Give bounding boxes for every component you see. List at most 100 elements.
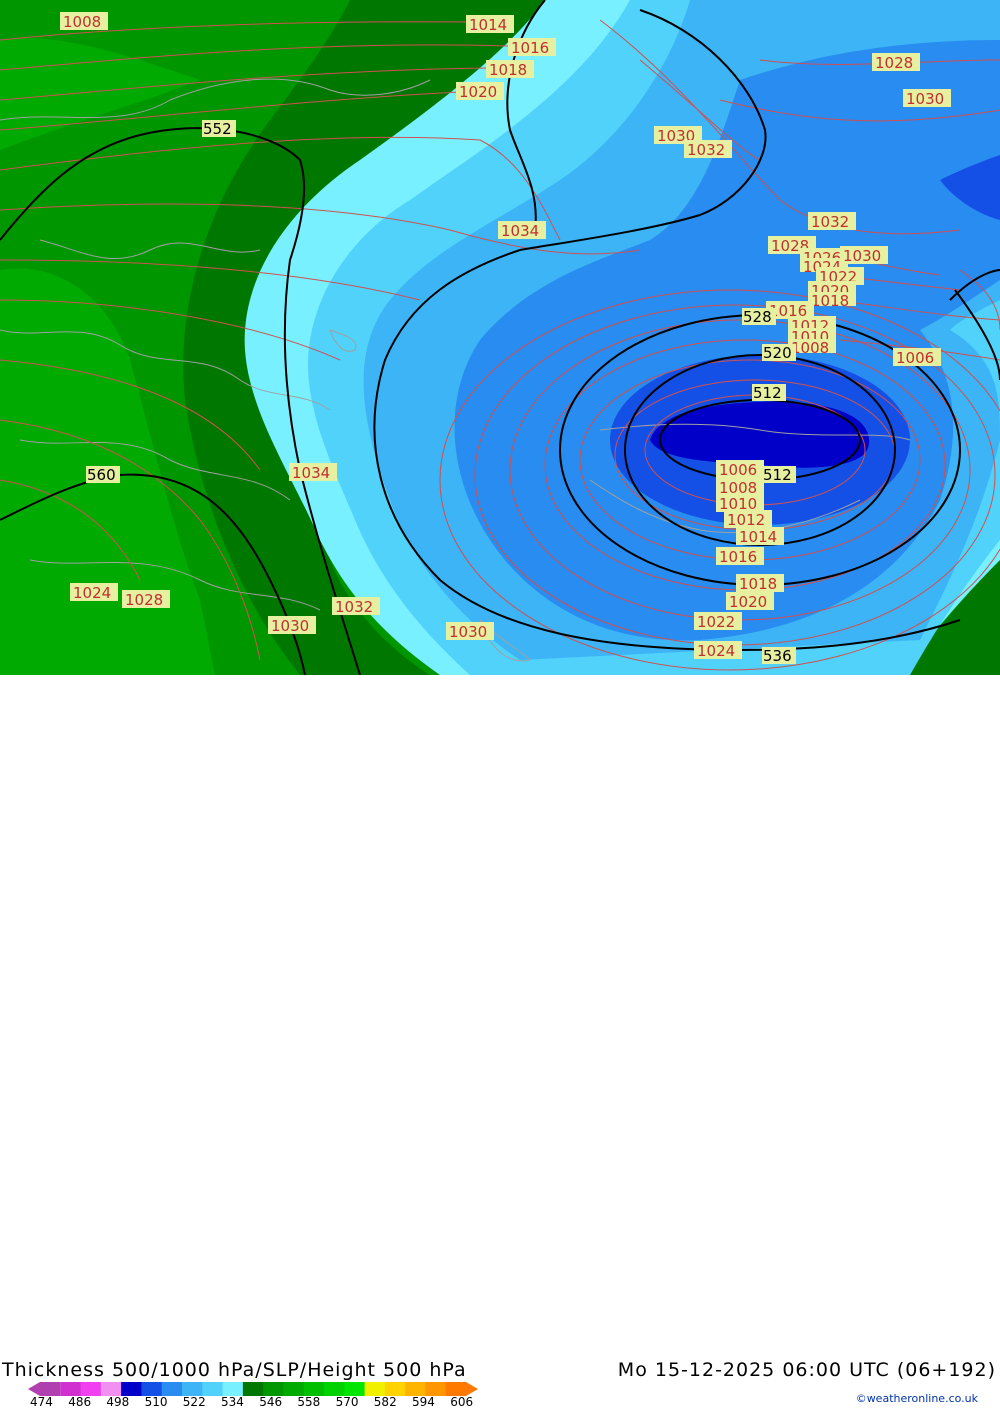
height-label: 512 (762, 466, 796, 484)
svg-text:552: 552 (203, 120, 232, 138)
legend-swatch (263, 1382, 284, 1396)
svg-text:1030: 1030 (843, 247, 881, 265)
slp-label: 1034 (289, 463, 337, 482)
legend-tick-label: 498 (106, 1395, 130, 1409)
legend-tick-label: 606 (450, 1395, 474, 1409)
legend-swatch (242, 1382, 264, 1396)
legend-swatch (141, 1382, 163, 1396)
svg-text:536: 536 (763, 647, 792, 665)
svg-text:1032: 1032 (335, 598, 373, 616)
height-label: 520 (762, 344, 796, 362)
slp-label: 1012 (724, 510, 772, 529)
legend-swatch (384, 1382, 406, 1396)
slp-label: 1022 (694, 612, 742, 631)
legend-tick-label: 522 (182, 1395, 206, 1409)
slp-label: 1018 (808, 292, 856, 310)
height-label: 552 (202, 120, 236, 138)
slp-label: 1016 (508, 38, 556, 57)
svg-text:1034: 1034 (292, 464, 330, 482)
height-label: 536 (762, 647, 796, 665)
svg-text:1024: 1024 (73, 584, 111, 602)
height-label: 512 (752, 384, 786, 402)
map-footer: Thickness 500/1000 hPa/SLP/Height 500 hP… (0, 675, 1000, 1409)
slp-label: 1006 (893, 348, 941, 367)
legend-tick-label: 474 (30, 1395, 53, 1409)
svg-text:512: 512 (763, 466, 792, 484)
svg-text:1014: 1014 (739, 528, 777, 546)
legend-swatch (364, 1382, 386, 1396)
svg-text:1018: 1018 (739, 575, 777, 593)
slp-label: 1032 (332, 597, 380, 616)
svg-text:512: 512 (753, 384, 782, 402)
svg-text:1030: 1030 (449, 623, 487, 641)
svg-text:1022: 1022 (697, 613, 735, 631)
slp-label: 1028 (872, 53, 920, 72)
slp-label: 1014 (466, 15, 514, 34)
legend-tick-label: 546 (259, 1395, 283, 1409)
svg-text:1008: 1008 (791, 339, 829, 357)
legend-swatch (161, 1382, 183, 1396)
slp-label: 1032 (684, 140, 732, 159)
map-datetime: Mo 15-12-2025 06:00 UTC (06+192) (617, 1359, 996, 1381)
legend-tick-label: 534 (221, 1395, 244, 1409)
slp-label: 1014 (736, 527, 784, 546)
legend-swatch (222, 1382, 244, 1396)
slp-label: 1020 (456, 82, 504, 101)
svg-text:1006: 1006 (896, 349, 934, 367)
height-label: 528 (742, 308, 776, 326)
legend-swatch (425, 1382, 447, 1396)
svg-text:520: 520 (763, 344, 792, 362)
slp-label: 1016 (716, 547, 764, 566)
slp-label: 1030 (903, 89, 951, 108)
legend-swatch (121, 1382, 142, 1396)
slp-label: 1030 (840, 246, 888, 265)
slp-label: 1034 (498, 221, 546, 240)
svg-text:1024: 1024 (697, 642, 735, 660)
legend-swatch (303, 1382, 325, 1396)
svg-text:1018: 1018 (489, 61, 527, 79)
legend-ticks: 474 486 498 510 522 534 546 558 570 582 594 606 (0, 1395, 520, 1409)
legend-swatch (100, 1382, 122, 1396)
legend-tick-label: 486 (68, 1395, 92, 1409)
svg-text:1030: 1030 (906, 90, 944, 108)
svg-text:1020: 1020 (459, 83, 497, 101)
legend-tick-label: 582 (373, 1395, 397, 1409)
svg-text:1006: 1006 (719, 461, 757, 479)
legend-swatch (202, 1382, 224, 1396)
slp-label: 1024 (694, 641, 742, 660)
svg-text:560: 560 (87, 466, 116, 484)
legend-swatch (405, 1382, 426, 1396)
slp-label: 1018 (736, 574, 784, 593)
credit-text: ©weatheronline.co.uk (855, 1392, 978, 1405)
legend-swatch (344, 1382, 366, 1396)
legend-swatch (445, 1382, 478, 1396)
color-legend (28, 1381, 478, 1396)
map-title: Thickness 500/1000 hPa/SLP/Height 500 hP… (2, 1359, 467, 1381)
slp-label: 1030 (268, 616, 316, 635)
legend-tick-label: 570 (335, 1395, 359, 1409)
legend-swatch (80, 1382, 102, 1396)
legend-tick-label: 510 (144, 1395, 168, 1409)
legend-swatch (182, 1382, 203, 1396)
svg-text:1020: 1020 (729, 593, 767, 611)
svg-text:1028: 1028 (875, 54, 913, 72)
svg-text:1034: 1034 (501, 222, 539, 240)
legend-tick-label: 594 (412, 1395, 435, 1409)
svg-text:1032: 1032 (811, 213, 849, 231)
legend-tick-label: 558 (297, 1395, 321, 1409)
slp-label: 1028 (122, 590, 170, 609)
legend-swatch (28, 1382, 61, 1396)
svg-text:1014: 1014 (469, 16, 507, 34)
svg-text:1032: 1032 (687, 141, 725, 159)
height-label: 560 (86, 466, 120, 484)
legend-swatch (324, 1382, 345, 1396)
svg-text:528: 528 (743, 308, 772, 326)
slp-label: 1006 (716, 460, 764, 479)
svg-text:1008: 1008 (63, 13, 101, 31)
svg-text:1012: 1012 (727, 511, 765, 529)
svg-text:1018: 1018 (811, 292, 849, 310)
legend-swatch (283, 1382, 305, 1396)
slp-label: 1032 (808, 212, 856, 231)
svg-text:1016: 1016 (511, 39, 549, 57)
slp-label: 1018 (486, 60, 534, 79)
